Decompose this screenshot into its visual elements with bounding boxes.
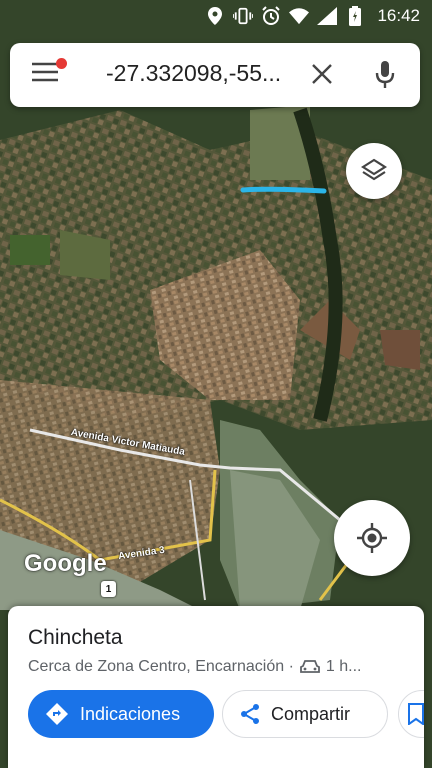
bookmark-icon bbox=[408, 703, 424, 725]
menu-icon bbox=[32, 62, 58, 82]
directions-button[interactable]: Indicaciones bbox=[28, 690, 214, 738]
vibrate-icon bbox=[233, 6, 254, 26]
place-card[interactable]: Chincheta Cerca de Zona Centro, Encarnac… bbox=[8, 606, 424, 768]
google-logo: Google bbox=[24, 550, 107, 577]
mic-icon bbox=[375, 61, 395, 88]
alarm-icon bbox=[261, 6, 281, 26]
place-subtitle: Cerca de Zona Centro, Encarnación · 1 h.… bbox=[28, 658, 362, 676]
clock: 16:42 bbox=[377, 6, 420, 25]
travel-time: 1 h... bbox=[325, 658, 362, 675]
menu-button[interactable] bbox=[32, 58, 67, 91]
share-button[interactable]: Compartir bbox=[222, 690, 388, 738]
directions-icon bbox=[46, 703, 68, 725]
search-input[interactable]: -27.332098,-55... bbox=[106, 60, 302, 87]
battery-icon bbox=[345, 6, 365, 26]
place-location: Cerca de Zona Centro, Encarnación · bbox=[28, 658, 294, 675]
my-location-button[interactable] bbox=[334, 500, 410, 576]
notification-dot bbox=[56, 58, 67, 69]
status-bar: 16:42 bbox=[0, 0, 432, 34]
signal-icon bbox=[317, 6, 338, 26]
place-title: Chincheta bbox=[28, 626, 123, 649]
route-badge: 1 bbox=[101, 581, 116, 597]
save-button[interactable] bbox=[398, 690, 424, 738]
car-icon bbox=[300, 659, 320, 675]
location-icon bbox=[205, 6, 225, 26]
crosshair-icon bbox=[357, 523, 387, 553]
wifi-icon bbox=[289, 6, 310, 26]
share-icon bbox=[239, 703, 261, 725]
close-icon bbox=[312, 64, 332, 84]
search-bar[interactable]: -27.332098,-55... bbox=[10, 43, 420, 107]
clear-search-button[interactable] bbox=[310, 62, 338, 90]
voice-search-button[interactable] bbox=[374, 60, 402, 90]
directions-label: Indicaciones bbox=[80, 703, 181, 724]
map-layers-button[interactable] bbox=[346, 143, 402, 199]
share-label: Compartir bbox=[271, 703, 351, 724]
layers-icon bbox=[361, 158, 387, 181]
